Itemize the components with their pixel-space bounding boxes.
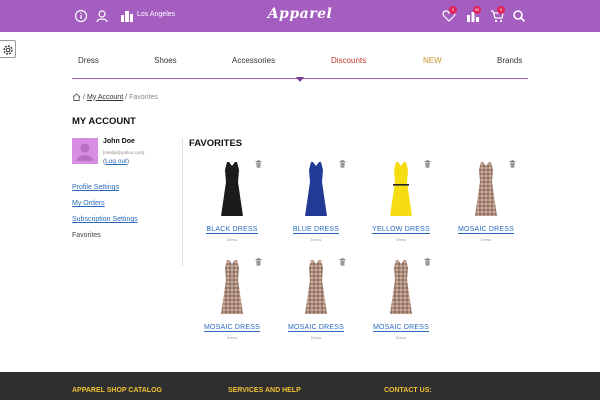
product-name: MOSAIC DRESS <box>287 324 345 332</box>
top-bar: Los Angeles Apparel 0 50 0 <box>0 0 600 32</box>
delete-trash-icon[interactable] <box>339 160 346 168</box>
product-name-link[interactable]: BLACK DRESS <box>192 226 272 234</box>
subscription-settings-link[interactable]: Subscription Settings <box>72 215 138 231</box>
nav-item-dress[interactable]: Dress <box>78 56 99 65</box>
product-category: Dress <box>310 335 322 340</box>
column-divider <box>182 138 183 266</box>
footer-contact-heading: CONTACT US: <box>384 387 432 394</box>
product-name: BLACK DRESS <box>206 226 258 234</box>
settings-button[interactable] <box>0 40 16 58</box>
product-card[interactable]: MOSAIC DRESS Dress <box>456 160 516 250</box>
breadcrumb: / My Account / Favorites <box>72 93 158 101</box>
user-placeholder-icon <box>77 143 93 161</box>
gear-icon <box>3 45 13 55</box>
nav-item-shoes[interactable]: Shoes <box>154 56 177 65</box>
product-name: BLUE DRESS <box>292 226 340 234</box>
product-name-link[interactable]: MOSAIC DRESS <box>192 324 272 332</box>
breadcrumb-favorites: Favorites <box>129 93 158 101</box>
cart-count-badge: 0 <box>497 6 505 14</box>
product-category: Dress <box>226 335 238 340</box>
main-nav: Dress Shoes Accessories Discounts NEW Br… <box>72 56 528 70</box>
product-card[interactable]: MOSAIC DRESS Dress <box>286 258 346 348</box>
product-category: Dress <box>395 335 407 340</box>
product-category: Dress <box>480 237 492 242</box>
breadcrumb-separator: / <box>125 93 128 101</box>
product-image[interactable] <box>300 258 332 316</box>
delete-trash-icon[interactable] <box>509 160 516 168</box>
logout-link[interactable]: Log out <box>105 158 127 165</box>
favorites-link[interactable]: Favorites <box>72 231 138 247</box>
favorites-title: FAVORITES <box>189 138 243 149</box>
product-image[interactable] <box>470 160 502 218</box>
product-name-link[interactable]: MOSAIC DRESS <box>361 324 441 332</box>
user-name: John Doe <box>103 138 135 145</box>
product-name: MOSAIC DRESS <box>203 324 261 332</box>
nav-item-accessories[interactable]: Accessories <box>232 56 275 65</box>
my-orders-link[interactable]: My Orders <box>72 199 138 215</box>
footer: APPAREL SHOP CATALOG SERVICES AND HELP C… <box>0 372 600 400</box>
product-name: MOSAIC DRESS <box>457 226 515 234</box>
nav-item-new[interactable]: NEW <box>423 56 442 65</box>
product-name-link[interactable]: BLUE DRESS <box>276 226 356 234</box>
product-name: MOSAIC DRESS <box>372 324 430 332</box>
account-menu: Profile Settings My Orders Subscription … <box>72 183 138 247</box>
logo[interactable]: Apparel <box>0 6 600 22</box>
stats-button[interactable]: 50 <box>466 6 481 23</box>
breadcrumb-separator: / <box>83 93 85 101</box>
product-image[interactable] <box>216 160 248 218</box>
logout-wrapper: (Log out) <box>103 158 130 165</box>
delete-trash-icon[interactable] <box>424 258 431 266</box>
product-name-link[interactable]: MOSAIC DRESS <box>446 226 526 234</box>
product-card[interactable]: BLUE DRESS Dress <box>286 160 346 250</box>
avatar <box>72 138 98 164</box>
product-name-link[interactable]: YELLOW DRESS <box>361 226 441 234</box>
nav-item-discounts[interactable]: Discounts <box>331 56 366 65</box>
delete-trash-icon[interactable] <box>424 160 431 168</box>
delete-trash-icon[interactable] <box>255 160 262 168</box>
product-card[interactable]: BLACK DRESS Dress <box>202 160 262 250</box>
breadcrumb-my-account[interactable]: My Account <box>87 94 123 101</box>
delete-trash-icon[interactable] <box>255 258 262 266</box>
search-icon[interactable] <box>512 9 526 23</box>
profile-settings-link[interactable]: Profile Settings <box>72 183 138 199</box>
product-category: Dress <box>395 237 407 242</box>
account-title: MY ACCOUNT <box>72 116 136 127</box>
product-card[interactable]: MOSAIC DRESS Dress <box>202 258 262 348</box>
cart-button[interactable]: 0 <box>490 6 505 23</box>
user-email: [nimda@yahoo.com] <box>103 150 145 155</box>
product-card[interactable]: YELLOW DRESS Dress <box>371 160 431 250</box>
footer-catalog-heading: APPAREL SHOP CATALOG <box>72 387 162 394</box>
product-category: Dress <box>310 237 322 242</box>
product-category: Dress <box>226 237 238 242</box>
product-image[interactable] <box>385 160 417 218</box>
nav-item-brands[interactable]: Brands <box>497 56 522 65</box>
nav-caret-icon <box>296 77 304 82</box>
stats-count-badge: 50 <box>473 6 481 14</box>
wishlist-button[interactable]: 0 <box>442 6 457 23</box>
product-name: YELLOW DRESS <box>372 226 430 234</box>
product-image[interactable] <box>216 258 248 316</box>
wishlist-count-badge: 0 <box>449 6 457 14</box>
delete-trash-icon[interactable] <box>339 258 346 266</box>
product-card[interactable]: MOSAIC DRESS Dress <box>371 258 431 348</box>
product-image[interactable] <box>300 160 332 218</box>
product-name-link[interactable]: MOSAIC DRESS <box>276 324 356 332</box>
product-image[interactable] <box>385 258 417 316</box>
home-icon[interactable] <box>72 93 81 101</box>
footer-services-heading: SERVICES AND HELP <box>228 387 301 394</box>
